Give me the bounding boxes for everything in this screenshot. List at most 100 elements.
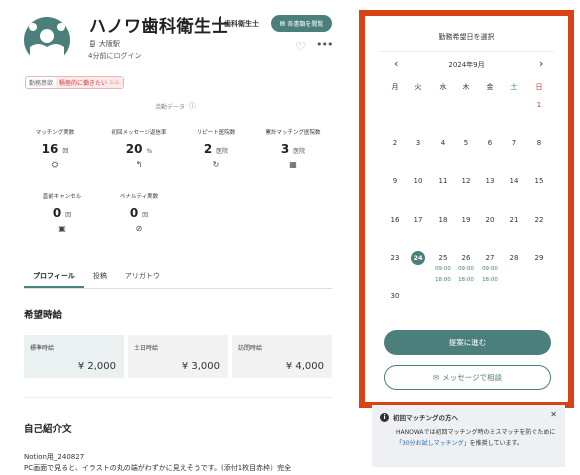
next-month-icon[interactable]: › [539,57,543,70]
badge-value-text: 積極的に働きたい [59,80,108,87]
badge-value: 積極的に働きたい ♨♨ [56,77,123,88]
calendar-day[interactable]: 5 [454,139,478,147]
tab-posts[interactable]: 投稿 [84,263,116,288]
calendar-day[interactable]: 22 [527,216,551,224]
calendar-day[interactable]: 4 [431,139,455,147]
close-icon[interactable]: ✕ [550,410,557,419]
calendar-day[interactable]: 17 [406,216,430,224]
calendar-day[interactable]: 20 [478,216,502,224]
calendar-day[interactable]: 13 [478,177,502,185]
calendar-day[interactable]: 2 [383,139,407,147]
profile-tabs: プロフィール 投稿 アリガトウ [24,263,332,289]
consult-label: メッセージで相談 [442,373,503,382]
desired-wage-title: 希望時給 [24,310,63,321]
calendar-day[interactable]: 29 [527,254,551,262]
calendar-day[interactable]: 3 [406,139,430,147]
weekday-header: 木 [462,83,470,91]
train-icon: 🚆︎ [88,40,97,48]
location-label: 大阪駅 [98,40,120,48]
calendar-day[interactable]: 24 [406,251,430,265]
stat-value: 0回 [52,206,72,220]
profile-role: 歯科衛生士 [224,20,259,28]
intro-line: PC画面で見ると、イラストの丸の端がわずかに見えそうです。(添付1枚目赤枠）完全 [24,464,292,472]
activity-data-header: 活動データ ⓘ [155,101,196,111]
location: 🚆︎ 大阪駅 [88,39,120,49]
calendar-day[interactable]: 10 [406,177,430,185]
calendar-day[interactable]: 23 [383,254,407,262]
stat-label: 初回メッセージ返信率 [111,130,167,136]
calendar-day[interactable]: 12 [454,177,478,185]
calendar-day[interactable]: 1 [527,101,551,109]
calendar-day[interactable]: 19 [454,216,478,224]
work-motivation-badge: 勤務意欲 積極的に働きたい ♨♨ [25,76,124,89]
calendar-day[interactable]: 27 [478,254,502,262]
rate-value: ¥ 4,000 [285,361,324,372]
rate-card-weekend: 土日時給 ¥ 3,000 [128,335,228,378]
stat-penalty-count: ペナルティ実数 0回 ⊘ [104,192,174,233]
fire-icon: ♨♨ [109,79,120,86]
repeat-icon: ↻ [212,160,220,169]
selected-day: 24 [411,251,425,265]
stat-reply-rate: 初回メッセージ返信率 20% ↰ [104,128,174,169]
more-options-icon[interactable]: ••• [316,38,333,51]
calendar-icon: ▣ [58,224,66,233]
weekday-header: 水 [439,83,447,91]
notice-title: i 初回マッチングの方へ [380,412,458,422]
calendar-day[interactable]: 8 [527,139,551,147]
calendar-day[interactable]: 7 [502,139,526,147]
rate-card-standard: 標準時給 ¥ 2,000 [24,335,124,378]
calendar-day[interactable]: 30 [383,292,407,300]
rate-value: ¥ 2,000 [77,361,116,372]
view-documents-label: 各書類を閲覧 [287,21,324,28]
intro-line: Notion用_240827 [24,453,85,461]
view-documents-button[interactable]: ▤ 各書類を閲覧 [271,15,332,32]
stat-value: 20% [125,142,153,156]
brand-logo [24,17,70,63]
weekday-header: 土 [510,83,518,91]
favorite-heart-icon[interactable]: ♡ [295,40,306,54]
document-icon: ▤ [279,20,286,27]
calendar-day[interactable]: 18 [431,216,455,224]
time-slot: 09:00 [482,266,498,272]
calendar-day[interactable]: 11 [431,177,455,185]
calendar-day[interactable]: 15 [527,177,551,185]
help-icon[interactable]: ⓘ [189,101,196,111]
stat-total-clinics: 累計マッチング医院数 3 医院 ▦ [258,128,328,169]
stat-label: リピート医院数 [196,130,236,136]
rate-value: ¥ 3,000 [181,361,220,372]
reply-icon: ↰ [135,160,143,169]
calendar-day[interactable]: 26 [454,254,478,262]
ban-icon: ⊘ [135,224,143,233]
calendar-day[interactable]: 21 [502,216,526,224]
mail-icon: ✉ [432,373,440,382]
calendar-day[interactable]: 25 [431,254,455,262]
tab-profile[interactable]: プロフィール [24,263,84,288]
time-slot: 18:00 [458,277,474,283]
badge-key: 勤務意欲 [29,80,54,87]
calendar-day[interactable]: 9 [383,177,407,185]
trial-matching-link[interactable]: 30分お試しマッチング [402,440,464,447]
calendar-month: 2024年9月 [448,61,485,69]
proceed-to-proposal-button[interactable]: 提案に進む [384,330,551,355]
info-icon: i [380,412,389,422]
first-matching-notice: i 初回マッチングの方へ ✕ HANOWAでは初回マッチング時のミスマッチを防ぐ… [372,405,565,467]
calendar-day[interactable]: 16 [383,216,407,224]
calendar-day[interactable]: 14 [502,177,526,185]
profile-name: ハノワ歯科衛生士 [89,17,229,37]
name-divider [220,16,221,32]
notice-title-text: 初回マッチングの方へ [393,414,458,422]
tab-thanks[interactable]: アリガトウ [116,263,169,288]
stat-label: 累計マッチング医院数 [265,130,321,136]
last-login: 4分前にログイン [88,52,142,60]
rate-label: 標準時給 [30,345,55,352]
calendar-day[interactable]: 28 [502,254,526,262]
time-slot: 18:00 [482,277,498,283]
building-icon: ▦ [289,160,297,169]
consult-by-message-button[interactable]: ✉ メッセージで相談 [384,365,551,390]
weekday-header: 日 [535,83,543,91]
time-slot: 09:00 [458,266,474,272]
activity-label: 活動データ [155,103,186,111]
handshake-icon: ⛭ [51,160,59,169]
calendar-day[interactable]: 6 [478,139,502,147]
stat-label: マッチング実数 [35,130,75,136]
